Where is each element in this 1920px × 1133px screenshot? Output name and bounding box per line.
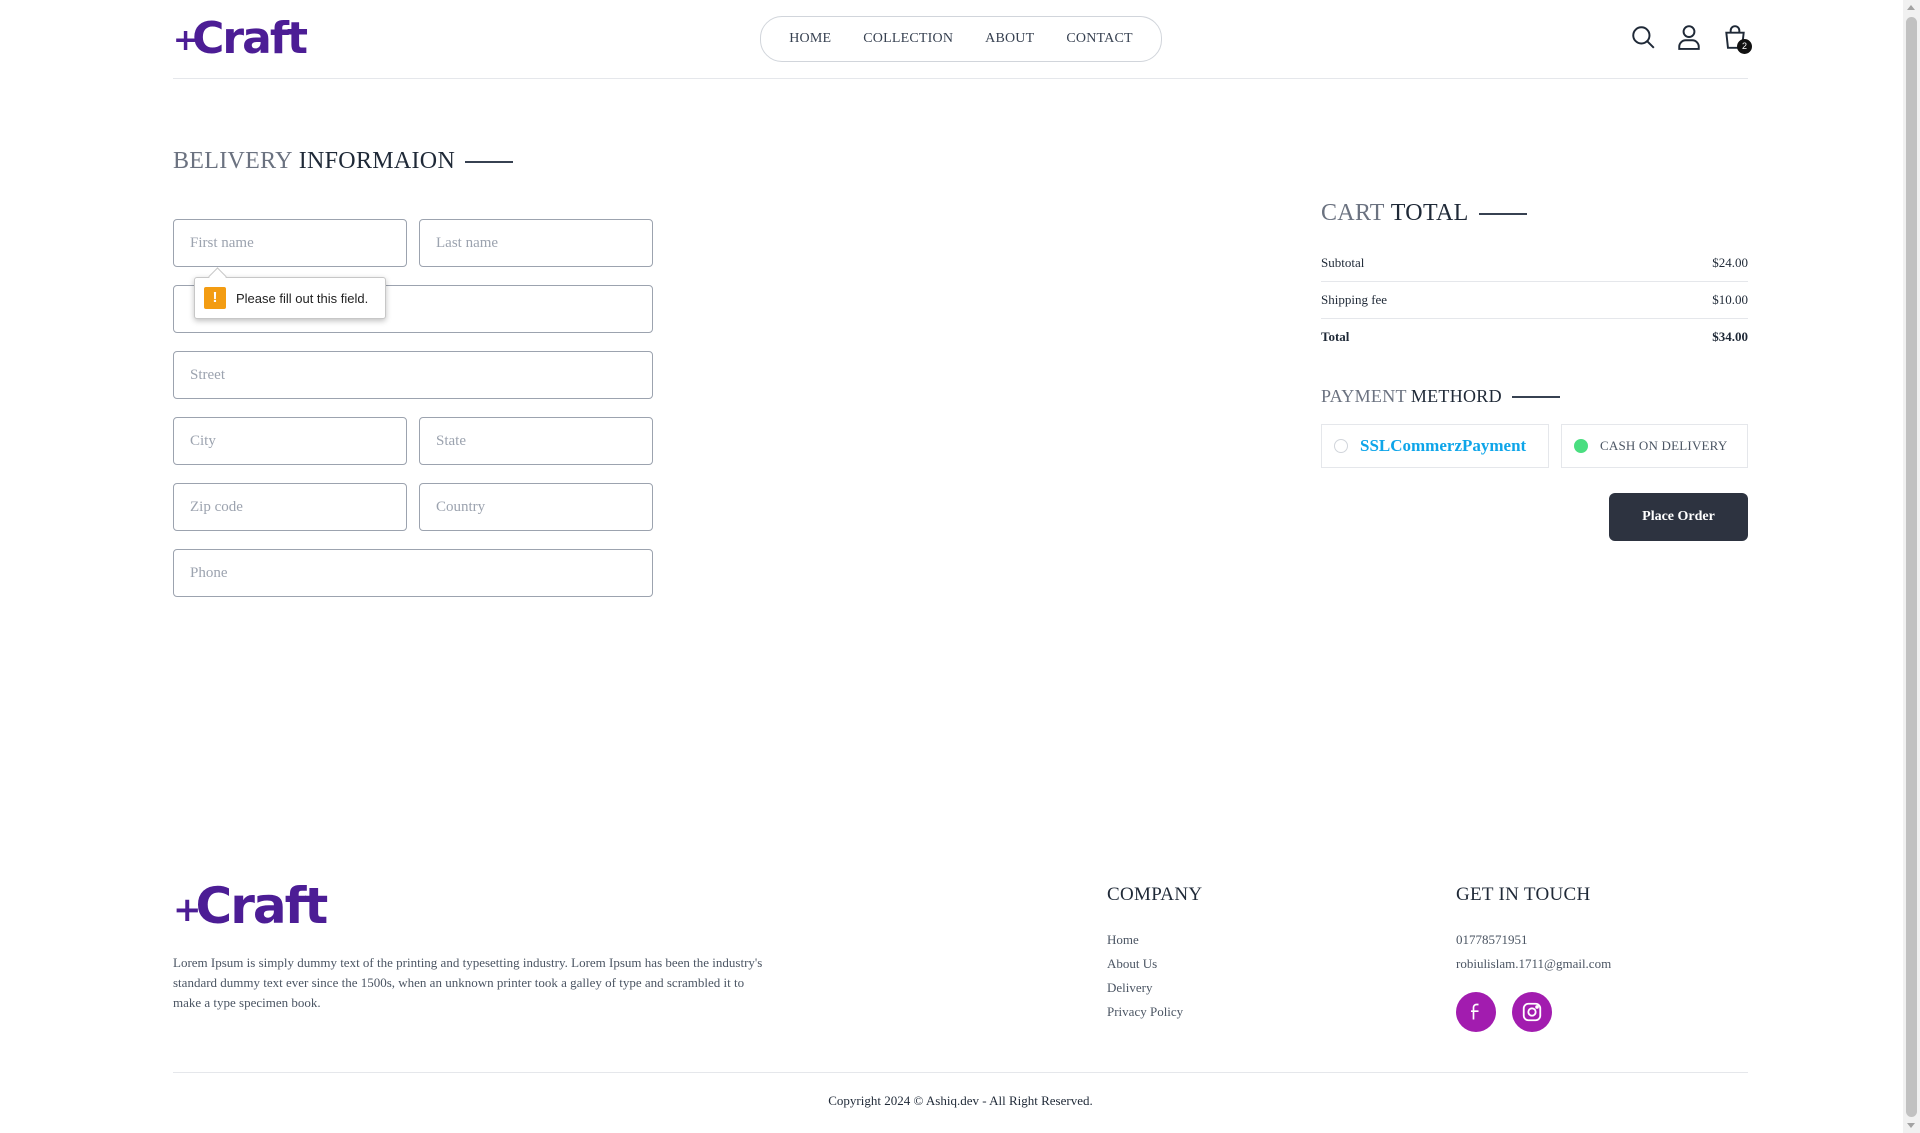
payment-title-dark: METHORD	[1410, 386, 1502, 406]
city-input[interactable]	[173, 417, 407, 465]
cart-title-light: CART	[1321, 200, 1385, 226]
cod-label: CASH ON DELIVERY	[1600, 438, 1728, 453]
subtotal-label: Subtotal	[1321, 255, 1365, 270]
validation-tooltip: ! Please fill out this field.	[194, 267, 386, 319]
search-icon[interactable]	[1630, 24, 1656, 50]
footer-logo[interactable]: +Craft	[173, 877, 329, 938]
contact-heading: GET IN TOUCH	[1456, 884, 1591, 905]
tooltip-arrow	[208, 267, 227, 286]
total-value: $34.00	[1712, 329, 1748, 344]
footer-logo-text: Craft	[195, 877, 329, 935]
contact-email[interactable]: robiulislam.1711@gmail.com	[1456, 952, 1611, 976]
scroll-down-icon[interactable]	[1907, 1123, 1915, 1128]
company-heading: COMPANY	[1107, 884, 1203, 905]
checkout-page: +Craft HOME COLLECTION ABOUT CONTACT 2 B…	[0, 0, 1903, 1133]
footer-description: Lorem Ipsum is simply dummy text of the …	[173, 955, 763, 1010]
contact-info: 01778571951 robiulislam.1711@gmail.com	[1456, 928, 1611, 976]
street-input[interactable]	[173, 351, 653, 399]
delivery-title: BELIVERY INFORMAION	[173, 148, 514, 175]
user-icon[interactable]	[1676, 24, 1702, 50]
payment-title: PAYMENT METHORD	[1321, 386, 1560, 407]
last-name-input[interactable]	[419, 219, 653, 267]
logo[interactable]: +Craft	[173, 13, 308, 66]
delivery-title-dark: INFORMAION	[298, 148, 456, 174]
cart-icon[interactable]: 2	[1722, 24, 1752, 54]
shipping-label: Shipping fee	[1321, 292, 1388, 307]
payment-title-light: PAYMENT	[1321, 386, 1407, 406]
payment-option-sslcommerz[interactable]: SSLCommerzPayment	[1321, 424, 1549, 468]
title-divider	[1478, 212, 1527, 215]
header-icons: 2	[1630, 24, 1752, 54]
facebook-icon[interactable]	[1456, 992, 1496, 1032]
zip-code-input[interactable]	[173, 483, 407, 531]
first-name-input[interactable]	[173, 219, 407, 267]
radio-sslcommerz[interactable]	[1334, 439, 1348, 453]
scroll-up-icon[interactable]	[1907, 5, 1915, 10]
instagram-icon[interactable]	[1512, 992, 1552, 1032]
nav-collection[interactable]: COLLECTION	[863, 31, 953, 47]
payment-option-cod[interactable]: CASH ON DELIVERY	[1561, 424, 1748, 468]
company-links: Home About Us Delivery Privacy Policy	[1107, 928, 1183, 1024]
cart-summary: Subtotal $24.00 Shipping fee $10.00 Tota…	[1321, 245, 1748, 355]
cart-count-badge: 2	[1737, 39, 1752, 54]
copyright: Copyright 2024 © Ashiq.dev - All Right R…	[828, 1093, 1093, 1108]
contact-phone: 01778571951	[1456, 932, 1528, 947]
nav-contact[interactable]: CONTACT	[1066, 31, 1132, 47]
phone-input[interactable]	[173, 549, 653, 597]
cart-total-title: CART TOTAL	[1321, 200, 1527, 227]
subtotal-value: $24.00	[1712, 255, 1748, 270]
logo-text: Craft	[192, 13, 308, 64]
total-label: Total	[1321, 329, 1350, 344]
country-input[interactable]	[419, 483, 653, 531]
footer-link-privacy[interactable]: Privacy Policy	[1107, 1000, 1183, 1024]
state-input[interactable]	[419, 417, 653, 465]
sslcommerz-label: SSLCommerzPayment	[1360, 436, 1527, 455]
validation-message: Please fill out this field.	[236, 290, 369, 306]
scrollbar-thumb[interactable]	[1906, 17, 1917, 1117]
footer-divider	[173, 1072, 1748, 1073]
main-nav: HOME COLLECTION ABOUT CONTACT	[760, 16, 1162, 62]
nav-home[interactable]: HOME	[789, 31, 831, 47]
radio-cod[interactable]	[1574, 439, 1588, 453]
delivery-title-light: BELIVERY	[173, 148, 293, 174]
shipping-row: Shipping fee $10.00	[1321, 282, 1748, 319]
total-row: Total $34.00	[1321, 319, 1748, 355]
site-header: +Craft HOME COLLECTION ABOUT CONTACT 2	[173, 0, 1752, 79]
title-divider	[1511, 395, 1560, 398]
title-divider	[465, 160, 514, 163]
page-scrollbar[interactable]	[1903, 0, 1920, 1133]
nav-about[interactable]: ABOUT	[985, 31, 1034, 47]
footer-link-home[interactable]: Home	[1107, 928, 1183, 952]
warning-icon: !	[204, 287, 226, 309]
footer-link-delivery[interactable]: Delivery	[1107, 976, 1183, 1000]
shipping-value: $10.00	[1712, 292, 1748, 307]
place-order-button[interactable]: Place Order	[1609, 493, 1748, 541]
subtotal-row: Subtotal $24.00	[1321, 245, 1748, 282]
footer-link-about[interactable]: About Us	[1107, 952, 1183, 976]
cart-title-dark: TOTAL	[1390, 200, 1469, 226]
